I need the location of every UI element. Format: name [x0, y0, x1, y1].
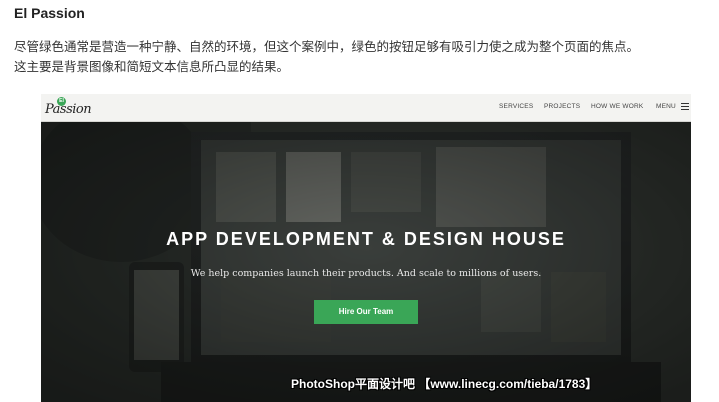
hire-our-team-button[interactable]: Hire Our Team — [314, 300, 418, 324]
nav-services[interactable]: SERVICES — [499, 103, 533, 110]
watermark: PhotoShop平面设计吧 【www.linecg.com/tieba/178… — [291, 377, 598, 391]
paragraph-line-2: 这主要是背景图像和简短文本信息所凸显的结果。 — [14, 59, 290, 74]
article-heading: El Passion — [14, 5, 85, 21]
nav-menu[interactable]: MENU — [656, 103, 676, 110]
article: El Passion 尽管绿色通常是营造一种宁静、自然的环境，但这个案例中，绿色… — [0, 0, 719, 402]
nav-how-we-work[interactable]: HOW WE WORK — [591, 103, 643, 110]
hero-subtitle: We help companies launch their products.… — [190, 268, 542, 279]
hero-background-image — [41, 122, 691, 402]
hamburger-icon[interactable] — [681, 103, 689, 111]
website-screenshot: El Passion SERVICES PROJECTS HOW WE WORK… — [41, 94, 691, 402]
logo-wordmark: Passion — [45, 102, 92, 117]
paragraph-line-1: 尽管绿色通常是营造一种宁静、自然的环境，但这个案例中，绿色的按钮足够有吸引力使之… — [14, 39, 640, 54]
article-paragraph: 尽管绿色通常是营造一种宁静、自然的环境，但这个案例中，绿色的按钮足够有吸引力使之… — [14, 37, 714, 77]
hero-title: APP DEVELOPMENT & DESIGN HOUSE — [166, 229, 566, 249]
site-navbar: El Passion SERVICES PROJECTS HOW WE WORK… — [41, 94, 691, 122]
nav-projects[interactable]: PROJECTS — [544, 103, 580, 110]
hero-section: APP DEVELOPMENT & DESIGN HOUSE We help c… — [41, 122, 691, 402]
site-logo[interactable]: El Passion — [45, 97, 92, 119]
